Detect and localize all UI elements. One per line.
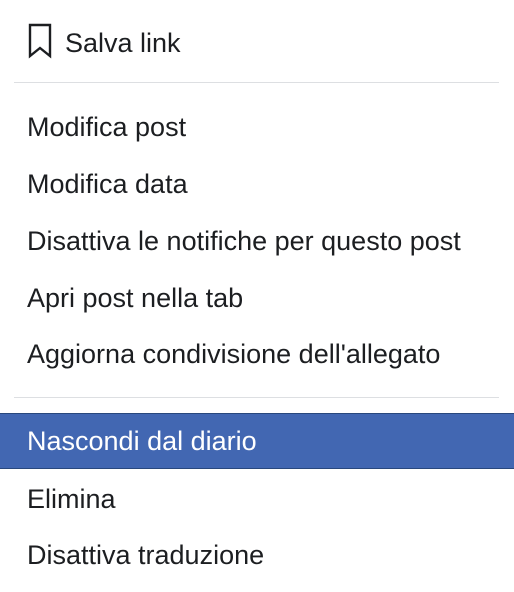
- delete-menu-item[interactable]: Elimina: [0, 471, 514, 527]
- edit-date-label: Modifica data: [27, 169, 188, 199]
- disable-translation-menu-item[interactable]: Disattiva traduzione: [0, 527, 514, 583]
- edit-post-menu-item[interactable]: Modifica post: [0, 99, 514, 155]
- disable-notifications-label: Disattiva le notifiche per questo post: [27, 226, 461, 256]
- save-link-menu-item[interactable]: Salva link: [0, 13, 514, 69]
- bookmark-icon: [27, 22, 53, 59]
- hide-from-timeline-menu-item[interactable]: Nascondi dal diario: [0, 413, 514, 469]
- save-link-label: Salva link: [65, 27, 181, 58]
- disable-notifications-menu-item[interactable]: Disattiva le notifiche per questo post: [0, 213, 514, 269]
- disable-translation-label: Disattiva traduzione: [27, 540, 265, 570]
- refresh-attachment-label: Aggiorna condivisione dell'allegato: [27, 339, 441, 369]
- hide-from-timeline-label: Nascondi dal diario: [27, 426, 257, 456]
- open-post-in-tab-menu-item[interactable]: Apri post nella tab: [0, 270, 514, 326]
- delete-label: Elimina: [27, 484, 116, 514]
- menu-divider: [14, 82, 499, 83]
- edit-date-menu-item[interactable]: Modifica data: [0, 156, 514, 212]
- menu-divider: [14, 397, 499, 398]
- post-options-menu: Salva link Modifica post Modifica data D…: [0, 0, 514, 592]
- edit-post-label: Modifica post: [27, 112, 187, 142]
- open-post-in-tab-label: Apri post nella tab: [27, 283, 244, 313]
- refresh-attachment-menu-item[interactable]: Aggiorna condivisione dell'allegato: [0, 326, 514, 382]
